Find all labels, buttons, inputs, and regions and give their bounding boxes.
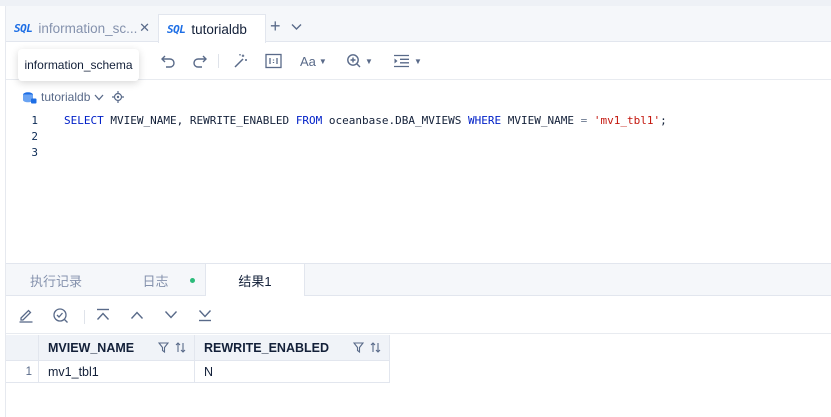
chevron-down-icon[interactable] xyxy=(291,19,302,34)
caret-down-icon: ▼ xyxy=(318,56,327,66)
sql-keyword: SELECT xyxy=(64,113,104,127)
column-header-rewrite-enabled[interactable]: REWRITE_ENABLED xyxy=(195,335,390,361)
database-icon xyxy=(23,91,37,103)
tab-execution-history[interactable]: 执行记录 xyxy=(6,264,106,296)
row-index-header xyxy=(6,335,39,361)
chevron-down-icon xyxy=(94,94,104,100)
toolbar-divider xyxy=(84,310,85,324)
add-tab-icon[interactable]: + xyxy=(270,17,281,35)
font-label: Aa xyxy=(300,53,316,69)
line-number: 2 xyxy=(31,129,38,143)
row-index: 1 xyxy=(6,361,39,383)
filter-icon[interactable] xyxy=(353,342,364,353)
font-size-button[interactable]: Aa ▼ xyxy=(300,51,327,71)
column-header-label: MVIEW_NAME xyxy=(48,340,135,355)
sql-keyword: FROM xyxy=(295,113,323,127)
sql-text: REWRITE_ENABLED xyxy=(189,113,296,127)
format-icon[interactable] xyxy=(265,51,282,71)
editor-line: 3 xyxy=(6,144,38,160)
sort-icon[interactable] xyxy=(370,342,381,353)
tab-label: tutorialdb xyxy=(191,21,247,37)
line-number: 3 xyxy=(31,145,38,159)
locate-icon[interactable] xyxy=(112,91,125,103)
edit-icon[interactable] xyxy=(18,307,34,326)
table-cell[interactable]: N xyxy=(195,361,390,383)
move-to-bottom-icon[interactable] xyxy=(197,307,213,326)
database-name: tutorialdb xyxy=(41,90,91,104)
undo-icon[interactable] xyxy=(160,51,176,71)
tab-information-schema[interactable]: SQL information_sc... ✕ xyxy=(6,14,156,42)
move-to-top-icon[interactable] xyxy=(95,307,111,326)
code-line[interactable]: SELECT MVIEW_NAME, REWRITE_ENABLED FROM … xyxy=(64,114,667,127)
table-cell[interactable]: mv1_tbl1 xyxy=(39,361,195,383)
toolbar-divider xyxy=(218,54,219,68)
sort-icon[interactable] xyxy=(175,342,186,353)
column-header-mview-name[interactable]: MVIEW_NAME xyxy=(39,335,195,361)
sql-text: MVIEW_NAME xyxy=(501,113,581,127)
redo-icon[interactable] xyxy=(192,51,208,71)
line-number: 1 xyxy=(31,113,38,127)
close-icon[interactable]: ✕ xyxy=(139,20,150,36)
tab-label: information_sc... xyxy=(38,20,138,36)
sql-icon: SQL xyxy=(167,22,186,36)
sql-icon: SQL xyxy=(14,21,33,35)
tab-result-1[interactable]: 结果1 xyxy=(205,264,305,296)
sql-text: ; xyxy=(660,113,667,127)
caret-down-icon: ▼ xyxy=(365,56,373,66)
result-panel-tabs: 执行记录 日志 结果1 xyxy=(6,263,831,296)
sql-editor[interactable]: 1 SELECT MVIEW_NAME, REWRITE_ENABLED FRO… xyxy=(6,110,831,262)
editor-tab-bar: SQL information_sc... ✕ SQL tutorialdb + xyxy=(6,6,831,43)
status-dot xyxy=(190,278,195,283)
refresh-search-icon[interactable] xyxy=(52,307,69,327)
tab-log-label: 日志 xyxy=(142,273,169,289)
editor-line: 1 SELECT MVIEW_NAME, REWRITE_ENABLED FRO… xyxy=(6,112,667,128)
editor-line: 2 xyxy=(6,128,38,144)
sql-text: oceanbase.DBA_MVIEWS xyxy=(322,113,469,127)
sql-text: MVIEW_NAME, xyxy=(103,113,190,127)
magic-wand-icon[interactable] xyxy=(232,51,248,71)
tab-tutorialdb[interactable]: SQL tutorialdb xyxy=(158,14,266,43)
caret-down-icon: ▼ xyxy=(414,56,422,66)
indent-button[interactable]: ▼ xyxy=(393,51,422,71)
result-toolbar xyxy=(6,297,831,334)
filter-icon[interactable] xyxy=(158,342,169,353)
tab-tooltip: information_schema xyxy=(18,49,139,81)
column-header-label: REWRITE_ENABLED xyxy=(204,340,330,355)
sql-keyword: WHERE xyxy=(468,113,502,127)
snippet-button[interactable]: ▼ xyxy=(346,51,373,71)
sql-string: 'mv1_tbl1' xyxy=(593,113,661,127)
database-selector[interactable]: tutorialdb xyxy=(22,89,125,105)
move-up-icon[interactable] xyxy=(129,307,145,326)
move-down-icon[interactable] xyxy=(163,307,179,326)
